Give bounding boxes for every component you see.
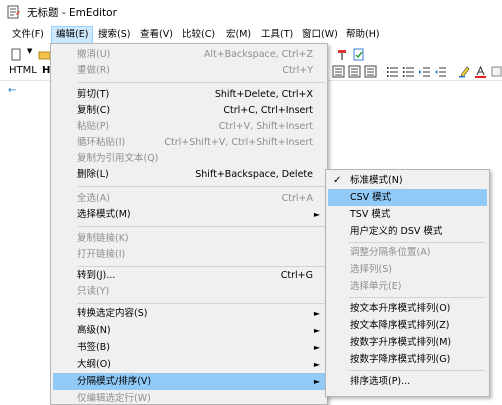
menu-item-advanced[interactable]: 高级(N) ► [53, 322, 325, 339]
menu-separator [78, 303, 325, 304]
menu-edit[interactable]: 编辑(E) [51, 26, 94, 44]
menu-separator [78, 186, 325, 187]
align-center-icon[interactable] [348, 65, 361, 78]
font-color-icon[interactable] [474, 65, 487, 78]
separator-mode-submenu: ✓ 标准模式(N) CSV 模式 TSV 模式 用户定义的 DSV 模式 调整分… [325, 169, 490, 397]
submenu-arrow-icon: ► [313, 210, 320, 219]
menu-item-select-mode[interactable]: 选择模式(M) ► [53, 206, 325, 223]
menu-separator [348, 370, 485, 371]
menu-help[interactable]: 帮助(H) [342, 26, 384, 44]
submenu-arrow-icon: ► [313, 326, 320, 335]
submenu-arrow-icon: ► [313, 360, 320, 369]
menu-item-copy-as-quote[interactable]: 复制为引用文本(Q) [53, 150, 325, 167]
menu-item-select-all[interactable]: 全选(A) Ctrl+A [53, 190, 325, 207]
menu-file[interactable]: 文件(F) [8, 26, 48, 44]
align-right-icon[interactable] [364, 65, 377, 78]
pin-icon[interactable] [336, 48, 349, 61]
menu-item-open-link[interactable]: 打开链接(I) [53, 246, 325, 263]
submenu-arrow-icon: ► [313, 377, 320, 386]
submenu-item-tsv-mode[interactable]: TSV 模式 [328, 206, 487, 223]
menu-view[interactable]: 查看(V) [136, 26, 177, 44]
menu-item-goto[interactable]: 转到(J)... Ctrl+G [53, 267, 325, 284]
menu-item-convert-selection[interactable]: 转换选定内容(S) ► [53, 305, 325, 322]
menu-macro[interactable]: 宏(M) [222, 26, 255, 44]
unordered-list-icon[interactable] [402, 65, 415, 78]
submenu-item-sort-options[interactable]: 排序选项(P)... [328, 373, 487, 390]
menu-window[interactable]: 窗口(W) [298, 26, 342, 44]
properties-icon[interactable] [352, 48, 365, 61]
menu-separator [348, 297, 485, 298]
ordered-list-icon[interactable] [386, 65, 399, 78]
indent-icon[interactable] [418, 65, 431, 78]
align-left-icon[interactable] [332, 65, 345, 78]
menu-item-redo[interactable]: 重做(R) Ctrl+Y [53, 62, 325, 79]
menu-item-separator-mode-sort[interactable]: 分隔模式/排序(V) ► [53, 373, 325, 390]
menu-separator [78, 82, 325, 83]
new-dropdown-icon[interactable]: ▼ [27, 47, 32, 55]
submenu-arrow-icon: ► [313, 343, 320, 352]
menu-item-undo[interactable]: 撤消(U) Alt+Backspace, Ctrl+Z [53, 46, 325, 63]
menu-tools[interactable]: 工具(T) [257, 26, 297, 44]
menu-item-bookmarks[interactable]: 书签(B) ► [53, 339, 325, 356]
menu-bar: 文件(F) 编辑(E) 搜索(S) 查看(V) 比较(C) 宏(M) 工具(T)… [0, 26, 502, 44]
submenu-arrow-icon: ► [313, 309, 320, 318]
window-title: 无标题 - EmEditor [27, 7, 117, 19]
menu-item-copy-link[interactable]: 复制链接(K) [53, 230, 325, 247]
menu-search[interactable]: 搜索(S) [94, 26, 134, 44]
menu-item-paste[interactable]: 粘贴(P) Ctrl+V, Shift+Insert [53, 118, 325, 135]
submenu-item-select-column[interactable]: 选择列(S) [328, 261, 487, 278]
edit-menu-dropdown: 撤消(U) Alt+Backspace, Ctrl+Z 重做(R) Ctrl+Y… [50, 43, 328, 405]
submenu-item-sort-number-desc[interactable]: 按数字降序模式排列(G) [328, 351, 487, 368]
menu-item-delete[interactable]: 删除(L) Shift+Backspace, Delete [53, 166, 325, 183]
outdent-icon[interactable] [434, 65, 447, 78]
highlight-marker-icon[interactable] [458, 65, 471, 78]
submenu-item-sort-number-asc[interactable]: 按数字升序模式排列(M) [328, 334, 487, 351]
submenu-item-csv-mode[interactable]: CSV 模式 [328, 189, 487, 206]
menu-item-outline[interactable]: 大纲(O) ► [53, 356, 325, 373]
submenu-item-adjust-separator[interactable]: 调整分隔条位置(A) [328, 244, 487, 261]
submenu-item-sort-text-asc[interactable]: 按文本升序模式排列(O) [328, 300, 487, 317]
menu-item-copy[interactable]: 复制(C) Ctrl+C, Ctrl+Insert [53, 102, 325, 119]
menu-item-edit-selected-lines[interactable]: 仅编辑选定行(W) [53, 390, 325, 405]
menu-item-cut[interactable]: 剪切(T) Shift+Delete, Ctrl+X [53, 86, 325, 103]
emeditor-app-icon [7, 5, 20, 19]
menu-item-cycle-paste[interactable]: 循环粘贴(I) Ctrl+Shift+V, Ctrl+Shift+Insert [53, 134, 325, 151]
menu-separator [78, 226, 325, 227]
html-toolbar-label[interactable]: HTML [9, 65, 37, 76]
submenu-item-user-dsv-mode[interactable]: 用户定义的 DSV 模式 [328, 223, 487, 240]
checkmark-icon: ✓ [333, 175, 342, 186]
new-file-icon[interactable] [10, 48, 23, 61]
title-bar: 无标题 - EmEditor [0, 0, 502, 24]
menu-item-read-only[interactable]: 只读(Y) [53, 283, 325, 300]
submenu-item-normal-mode[interactable]: ✓ 标准模式(N) [328, 172, 487, 189]
submenu-item-sort-text-desc[interactable]: 按文本降序模式排列(Z) [328, 317, 487, 334]
menu-separator [348, 242, 485, 243]
left-arrow-icon: ← [8, 85, 17, 96]
submenu-item-select-cell[interactable]: 选择单元(E) [328, 278, 487, 295]
clear-format-icon[interactable] [490, 65, 502, 78]
menu-compare[interactable]: 比较(C) [178, 26, 219, 44]
